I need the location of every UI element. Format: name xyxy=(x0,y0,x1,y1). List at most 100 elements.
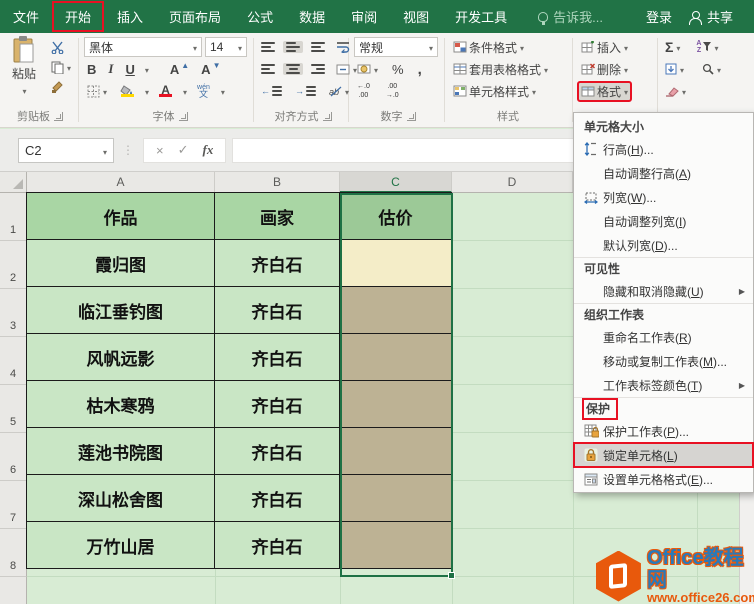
menu-item-row-height[interactable]: 行高(H)... xyxy=(574,137,753,161)
align-center-button[interactable] xyxy=(283,63,303,75)
cell-b5[interactable]: 齐白石 xyxy=(214,380,340,428)
cut-button[interactable] xyxy=(48,40,74,55)
row-header-4[interactable]: 4 xyxy=(0,337,27,385)
conditional-formatting-button[interactable]: 条件格式 xyxy=(450,38,527,57)
cell-a1[interactable]: 作品 xyxy=(26,192,215,240)
cell-b3[interactable]: 齐白石 xyxy=(214,286,340,334)
tab-file[interactable]: 文件 xyxy=(0,1,52,32)
cell-a8[interactable]: 万竹山居 xyxy=(26,521,215,569)
tab-insert[interactable]: 插入 xyxy=(104,1,156,32)
phonetic-arrow-icon[interactable] xyxy=(220,84,225,98)
menu-item-lock-cell[interactable]: 锁定单元格(L) xyxy=(574,443,753,467)
row-header-7[interactable]: 7 xyxy=(0,481,27,529)
grow-font-button[interactable]: A▲ xyxy=(167,61,192,78)
cell-b6[interactable]: 齐白石 xyxy=(214,427,340,475)
menu-item-autofit-column-width[interactable]: 自动调整列宽(I) xyxy=(574,209,753,233)
format-cells-menu-button[interactable]: 格式 xyxy=(578,82,631,101)
tab-page-layout[interactable]: 页面布局 xyxy=(156,1,234,32)
delete-cells-button[interactable]: 删除 xyxy=(578,60,631,79)
tab-data[interactable]: 数据 xyxy=(286,1,338,32)
cell-a4[interactable]: 风帆远影 xyxy=(26,333,215,381)
align-top-button[interactable] xyxy=(258,41,278,53)
cell-b4[interactable]: 齐白石 xyxy=(214,333,340,381)
column-header-b[interactable]: B xyxy=(215,172,340,192)
menu-item-move-copy-sheet[interactable]: 移动或复制工作表(M)... xyxy=(574,349,753,373)
wrap-text-button[interactable] xyxy=(333,40,353,54)
menu-item-rename-sheet[interactable]: 重命名工作表(R) xyxy=(574,325,753,349)
font-size-combo[interactable]: 14 xyxy=(205,37,247,57)
cell-c3[interactable] xyxy=(339,286,452,334)
font-color-arrow-icon[interactable] xyxy=(182,84,187,98)
cell-a3[interactable]: 临江垂钓图 xyxy=(26,286,215,334)
menu-item-default-width[interactable]: 默认列宽(D)... xyxy=(574,233,753,257)
column-header-c[interactable]: C xyxy=(340,172,452,193)
formula-bar-splitter[interactable]: ⋮ xyxy=(122,143,135,157)
font-color-button[interactable]: A xyxy=(156,84,175,98)
increase-decimal-button[interactable]: ←.0.00 xyxy=(354,82,373,100)
insert-cells-button[interactable]: 插入 xyxy=(578,38,631,57)
decrease-decimal-button[interactable]: .00→.0 xyxy=(383,82,402,100)
align-middle-button[interactable] xyxy=(283,41,303,53)
shrink-font-button[interactable]: A▼ xyxy=(198,61,223,78)
row-header-2[interactable]: 2 xyxy=(0,241,27,289)
decrease-indent-button[interactable]: ← xyxy=(258,85,285,97)
tab-formulas[interactable]: 公式 xyxy=(234,1,286,32)
cell-c8[interactable] xyxy=(339,521,452,569)
cell-c7[interactable] xyxy=(339,474,452,522)
menu-item-format-cells-dialog[interactable]: 设置单元格格式(E)... xyxy=(574,467,753,491)
tell-me-box[interactable]: 告诉我... xyxy=(538,7,603,26)
share-button[interactable]: 共享 xyxy=(705,1,746,32)
paste-dropdown-arrow-icon[interactable] xyxy=(21,83,26,97)
underline-arrow-icon[interactable] xyxy=(144,62,149,76)
italic-button[interactable]: I xyxy=(105,60,116,78)
align-right-button[interactable] xyxy=(308,63,328,75)
font-name-combo[interactable]: 黑体 xyxy=(84,37,202,57)
align-left-button[interactable] xyxy=(258,63,278,75)
fill-color-arrow-icon[interactable] xyxy=(144,84,149,98)
fill-color-button[interactable] xyxy=(117,84,137,98)
enter-button[interactable]: ✓ xyxy=(178,142,189,158)
cell-b1[interactable]: 画家 xyxy=(214,192,340,240)
format-painter-button[interactable] xyxy=(48,79,74,94)
cell-styles-button[interactable]: 单元格样式 xyxy=(450,82,539,101)
borders-button[interactable] xyxy=(84,83,110,99)
paste-button[interactable]: 粘贴 xyxy=(4,36,44,97)
clear-button[interactable] xyxy=(662,83,689,99)
cell-b8[interactable]: 齐白石 xyxy=(214,521,340,569)
row-header-6[interactable]: 6 xyxy=(0,433,27,481)
comma-style-button[interactable]: , xyxy=(415,60,425,79)
menu-item-hide-unhide[interactable]: 隐藏和取消隐藏(U) ▶ xyxy=(574,279,753,303)
cell-b7[interactable]: 齐白石 xyxy=(214,474,340,522)
row-header-3[interactable]: 3 xyxy=(0,289,27,337)
tab-developer[interactable]: 开发工具 xyxy=(442,1,520,32)
cell-a2[interactable]: 霞归图 xyxy=(26,239,215,287)
select-all-button[interactable] xyxy=(0,172,27,192)
alignment-dialog-launcher-icon[interactable] xyxy=(323,112,332,121)
copy-button[interactable] xyxy=(48,59,74,75)
number-format-combo[interactable]: 常规 xyxy=(354,37,438,57)
cell-c2-active[interactable] xyxy=(339,239,452,287)
row-header-1[interactable]: 1 xyxy=(0,193,27,241)
menu-item-protect-sheet[interactable]: 保护工作表(P)... xyxy=(574,419,753,443)
find-select-button[interactable] xyxy=(699,61,724,77)
phonetic-guide-button[interactable]: wén文 xyxy=(194,83,213,99)
cell-a7[interactable]: 深山松舍图 xyxy=(26,474,215,522)
cell-c4[interactable] xyxy=(339,333,452,381)
format-as-table-button[interactable]: 套用表格格式 xyxy=(450,60,551,79)
sort-filter-button[interactable]: AZ xyxy=(693,39,721,55)
row-header-8[interactable]: 8 xyxy=(0,529,27,577)
cell-a5[interactable]: 枯木寒鸦 xyxy=(26,380,215,428)
tab-review[interactable]: 审阅 xyxy=(338,1,390,32)
menu-item-autofit-row-height[interactable]: 自动调整行高(A) xyxy=(574,161,753,185)
percent-style-button[interactable]: % xyxy=(389,61,407,78)
align-bottom-button[interactable] xyxy=(308,41,328,53)
font-dialog-launcher-icon[interactable] xyxy=(179,112,188,121)
cell-c6[interactable] xyxy=(339,427,452,475)
bold-button[interactable]: B xyxy=(84,61,99,78)
fill-down-button[interactable] xyxy=(662,61,687,77)
name-box[interactable]: C2 xyxy=(18,138,114,163)
clipboard-dialog-launcher-icon[interactable] xyxy=(54,112,63,121)
sign-in-button[interactable]: 登录 xyxy=(633,1,685,32)
menu-item-tab-color[interactable]: 工作表标签颜色(T) ▶ xyxy=(574,373,753,397)
cell-c1[interactable]: 估价 xyxy=(339,192,452,240)
